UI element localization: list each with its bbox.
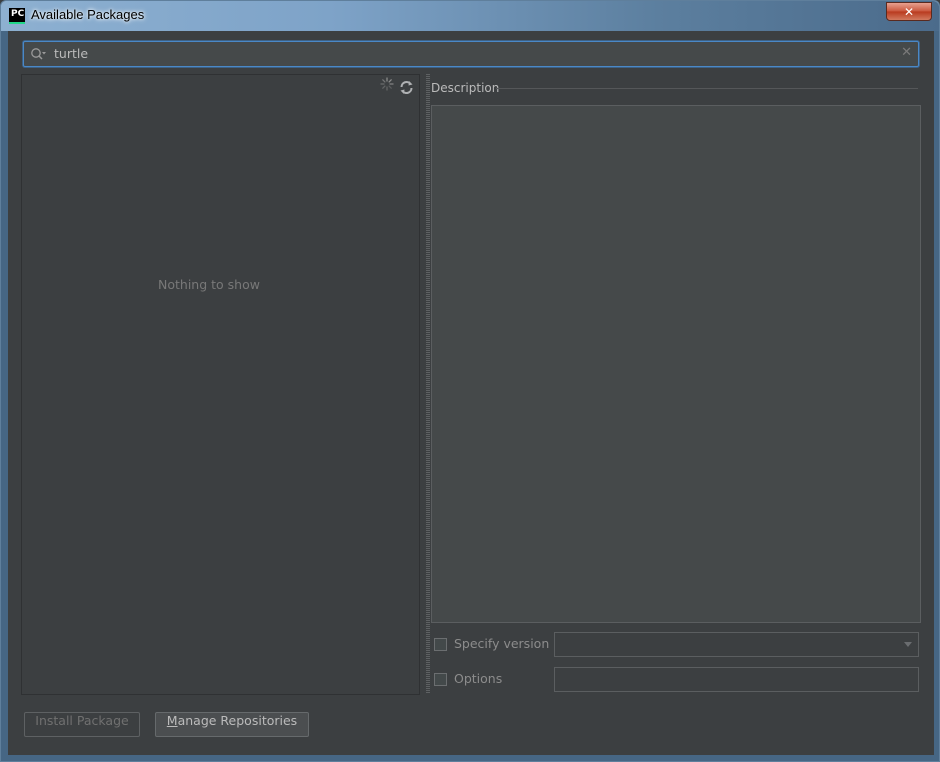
manage-mnemonic: M xyxy=(166,713,178,728)
options-input[interactable] xyxy=(554,667,919,692)
pycharm-icon: PC xyxy=(9,8,25,24)
window-title: Available Packages xyxy=(31,7,145,22)
list-toolbar xyxy=(395,74,420,695)
title-bar[interactable]: PC Available Packages ✕ xyxy=(1,1,939,31)
chevron-down-icon[interactable] xyxy=(904,642,912,647)
description-divider xyxy=(496,88,918,89)
description-label: Description xyxy=(431,81,500,95)
panel-splitter[interactable] xyxy=(426,74,430,693)
options-label[interactable]: Options xyxy=(454,671,502,686)
package-list[interactable]: Nothing to show xyxy=(21,74,397,695)
close-button[interactable]: ✕ xyxy=(886,2,932,21)
close-icon[interactable]: ✕ xyxy=(901,45,912,60)
search-field[interactable]: ✕ xyxy=(23,41,919,67)
manage-label: anage Repositories xyxy=(177,713,298,728)
refresh-icon[interactable] xyxy=(399,80,414,95)
empty-list-text: Nothing to show xyxy=(158,277,260,292)
options-checkbox[interactable] xyxy=(434,673,447,686)
install-package-button[interactable]: Install Package xyxy=(24,712,140,737)
description-area xyxy=(431,105,921,623)
specify-version-checkbox[interactable] xyxy=(434,638,447,651)
search-input[interactable] xyxy=(54,44,894,62)
manage-repositories-button[interactable]: Manage Repositories xyxy=(155,712,309,737)
spinner-icon xyxy=(380,77,394,91)
specify-version-label[interactable]: Specify version xyxy=(454,636,549,651)
search-icon[interactable] xyxy=(30,47,46,61)
dialog-window: PC Available Packages ✕ ✕ Nothing to sho… xyxy=(0,0,940,762)
dialog-content: ✕ Nothing to show xyxy=(8,31,934,755)
version-select[interactable] xyxy=(554,632,919,657)
